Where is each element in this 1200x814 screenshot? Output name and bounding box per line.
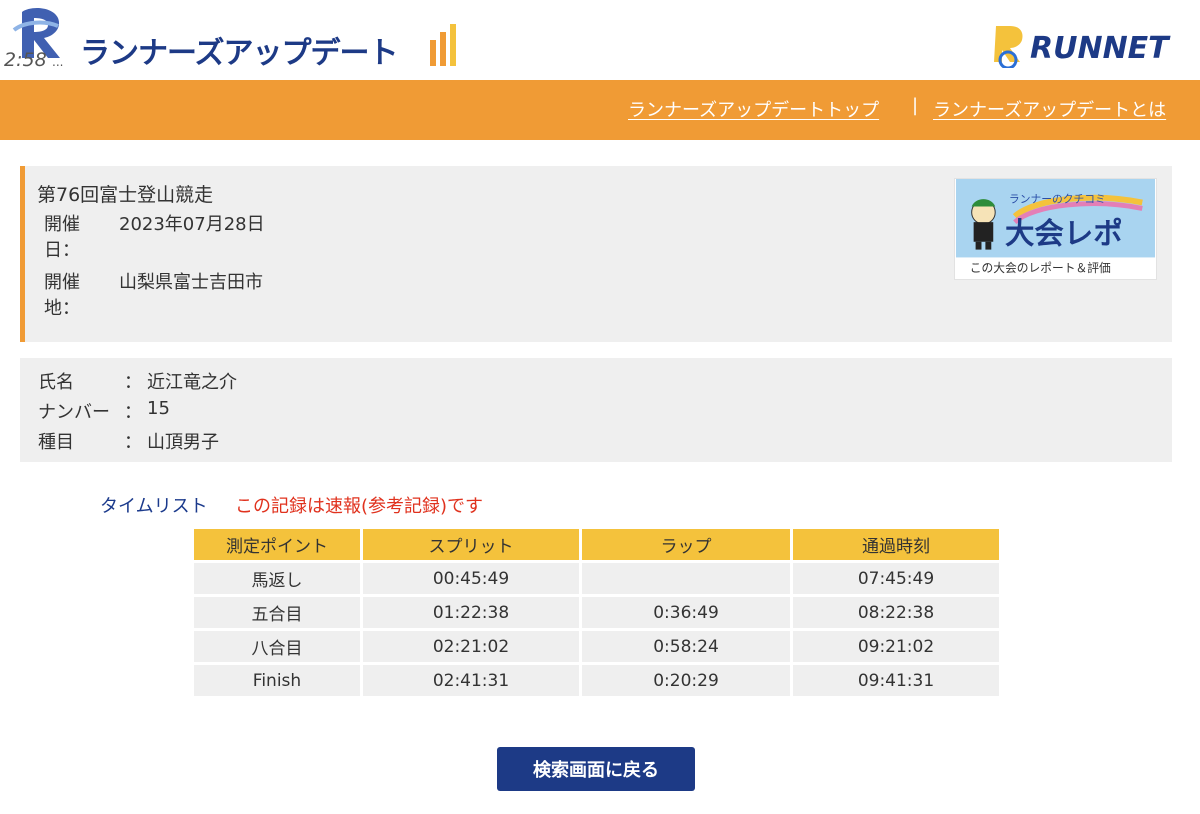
cell-lap: 0:36:49 — [582, 597, 790, 628]
svg-text:RUNNET: RUNNET — [1030, 31, 1171, 66]
timelist-note: この記録は速報(参考記録)です — [235, 496, 484, 517]
cell-split: 00:45:49 — [363, 563, 579, 594]
site-header: 2:58 ... ランナーズアップデート RUNNET — [0, 0, 1200, 80]
svg-text:2:58: 2:58 — [4, 49, 47, 71]
runner-name-label: 氏名 — [38, 372, 74, 393]
cell-split: 02:21:02 — [363, 631, 579, 662]
event-title: 第76回富士登山競走 — [37, 184, 214, 206]
runner-number-value: 15 — [147, 398, 170, 419]
column-header-passing-time: 通過時刻 — [793, 529, 999, 560]
table-header-row: 測定ポイント スプリット ラップ 通過時刻 — [194, 529, 999, 560]
nav-link-top[interactable]: ランナーズアップデートトップ — [628, 96, 879, 122]
cell-passing-time: 07:45:49 — [793, 563, 999, 594]
column-header-split: スプリット — [363, 529, 579, 560]
runner-category-colon: ： — [124, 432, 142, 453]
event-place-label: 開催地： — [44, 272, 80, 319]
runners-update-logo[interactable]: 2:58 ... ランナーズアップデート — [0, 0, 480, 80]
back-to-search-button[interactable]: 検索画面に戻る — [497, 747, 695, 791]
cell-passing-time: 08:22:38 — [793, 597, 999, 628]
svg-text:大会レポ: 大会レポ — [1005, 217, 1123, 251]
nav-separator: | — [912, 95, 919, 116]
cell-lap: 0:20:29 — [582, 665, 790, 696]
table-row: 馬返し 00:45:49 07:45:49 — [194, 563, 999, 594]
event-date-label: 開催日： — [44, 214, 80, 261]
nav-link-about[interactable]: ランナーズアップデートとは — [933, 96, 1166, 122]
cell-passing-time: 09:41:31 — [793, 665, 999, 696]
runner-category-label: 種目 — [38, 432, 74, 453]
timelist-heading: タイムリスト — [100, 496, 208, 517]
taikai-report-banner[interactable]: ランナーのクチコミ 大会レポ この大会のレポート＆評価 — [954, 178, 1157, 280]
nav-bar: ランナーズアップデートトップ | ランナーズアップデートとは — [0, 80, 1200, 140]
runner-category-value: 山頂男子 — [147, 432, 219, 453]
runnet-logo[interactable]: RUNNET — [990, 18, 1190, 68]
svg-text:この大会のレポート＆評価: この大会のレポート＆評価 — [970, 261, 1111, 275]
cell-split: 01:22:38 — [363, 597, 579, 628]
cell-split: 02:41:31 — [363, 665, 579, 696]
event-place-value: 山梨県富士吉田市 — [119, 272, 263, 293]
runner-number-colon: ： — [124, 402, 142, 423]
cell-passing-time: 09:21:02 — [793, 631, 999, 662]
cell-point: 馬返し — [194, 563, 360, 594]
cell-lap — [582, 563, 790, 594]
column-header-lap: ラップ — [582, 529, 790, 560]
runner-number-label: ナンバー — [38, 402, 110, 423]
event-date-value: 2023年07月28日 — [119, 214, 265, 235]
column-header-point: 測定ポイント — [194, 529, 360, 560]
cell-point: 五合目 — [194, 597, 360, 628]
svg-text:ランナーのクチコミ: ランナーのクチコミ — [1009, 193, 1106, 206]
svg-text:ランナーズアップデート: ランナーズアップデート — [80, 36, 398, 71]
svg-text:...: ... — [52, 55, 63, 69]
runner-name-colon: ： — [124, 372, 142, 393]
table-row: 五合目 01:22:38 0:36:49 08:22:38 — [194, 597, 999, 628]
time-table: 測定ポイント スプリット ラップ 通過時刻 馬返し 00:45:49 07:45… — [191, 526, 1002, 699]
table-row: 八合目 02:21:02 0:58:24 09:21:02 — [194, 631, 999, 662]
cell-point: Finish — [194, 665, 360, 696]
cell-point: 八合目 — [194, 631, 360, 662]
runner-name-value: 近江竜之介 — [147, 372, 237, 393]
cell-lap: 0:58:24 — [582, 631, 790, 662]
runner-info-panel: 氏名 ： 近江竜之介 ナンバー ： 15 種目 ： 山頂男子 — [20, 358, 1172, 462]
page: 2:58 ... ランナーズアップデート RUNNET ランナーズアップデートト… — [0, 0, 1200, 814]
table-row: Finish 02:41:31 0:20:29 09:41:31 — [194, 665, 999, 696]
